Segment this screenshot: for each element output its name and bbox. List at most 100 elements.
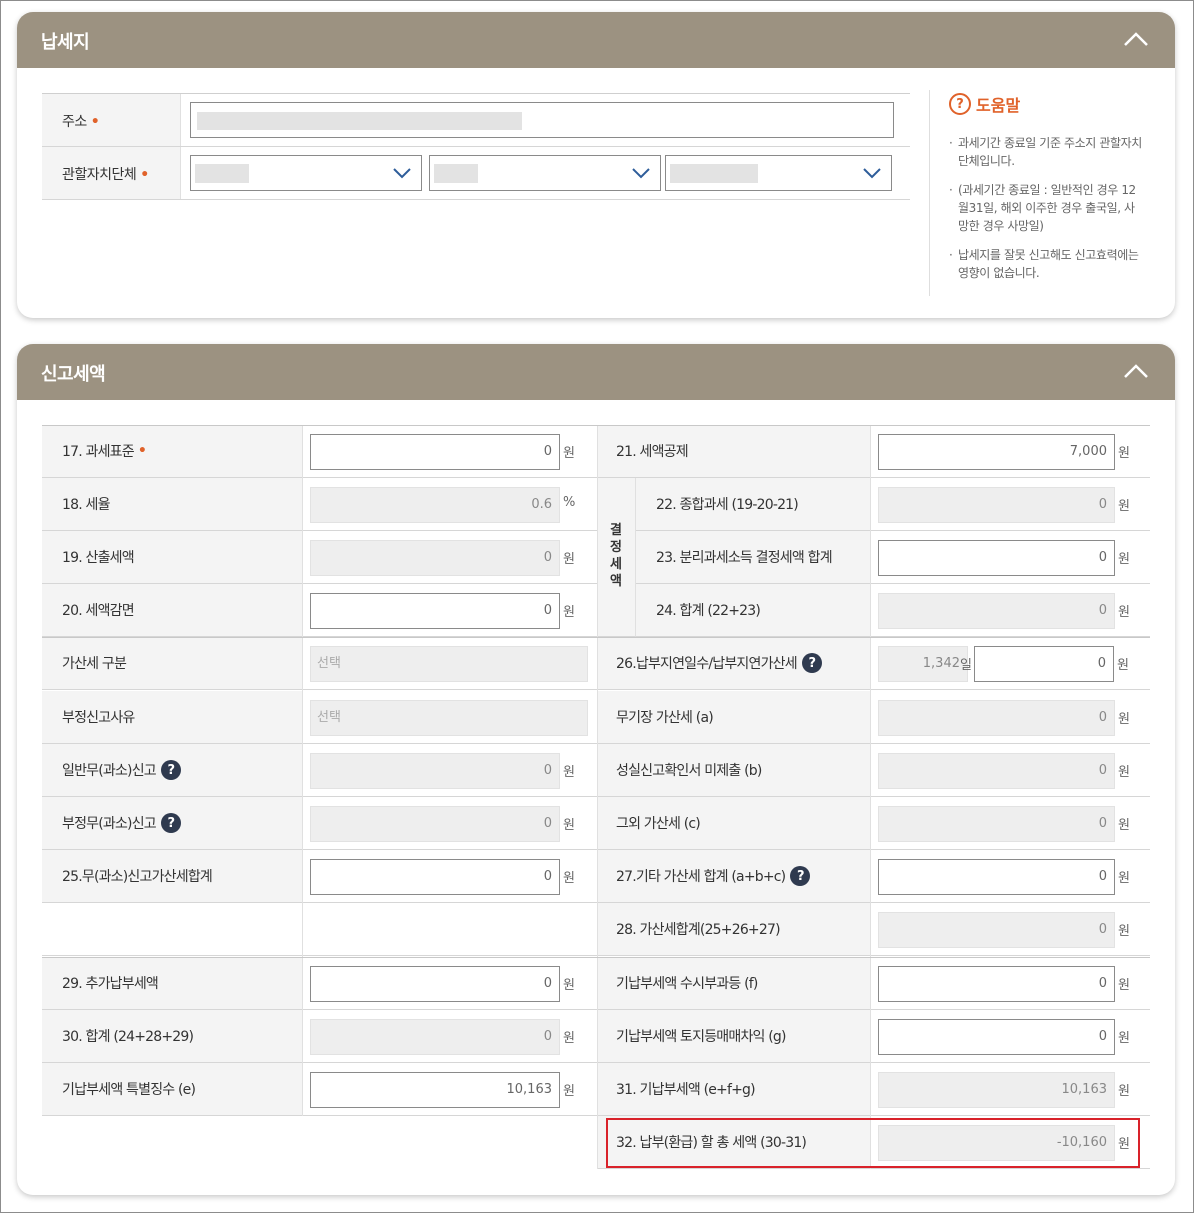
left-row-input: 0 [310,806,560,842]
penalty-type-select[interactable]: 선택 [310,646,588,682]
unit-label: 원 [1118,1084,1130,1099]
right-row-label: 22. 종합과세 (19-20-21) [656,497,799,513]
right-row-input: 10,163 [878,1072,1115,1108]
city-select[interactable] [429,155,661,191]
left-row-label-cell: 17. 과세표준 • [42,425,302,478]
unit-label: 원 [1117,658,1129,673]
left-row-label-cell: 20. 세액감면 [42,584,302,637]
help-item: (과세기간 종료일 : 일반적인 경우 12월31일, 해외 이주한 경우 출국… [949,181,1144,235]
jurisdiction-row: 관할자치단체 • [42,147,910,200]
right-row-input[interactable]: 0 [878,859,1115,895]
left-row-label-wrap: 17. 과세표준 • [62,441,147,461]
right-row-label-cell: 27.기타 가산세 합계 (a+b+c)? [597,850,870,903]
question-circle-icon[interactable]: ? [790,866,811,886]
fraud-reason-select[interactable]: 선택 [310,700,588,736]
right-row-label: 기납부세액 수시부과등 (f) [616,976,758,992]
right-row-label-cell: 기납부세액 수시부과등 (f) [597,957,870,1010]
right-row-input[interactable]: 0 [878,966,1115,1002]
right-row-label: 26.납부지연일수/납부지연가산세 [616,656,798,672]
help-item: 납세지를 잘못 신고해도 신고효력에는 영향이 없습니다. [949,246,1144,282]
right-row-input[interactable]: 7,000 [878,434,1115,470]
right-row-label-cell: 기납부세액 토지등매매차익 (g) [597,1010,870,1063]
help-title: ? 도움말 [949,92,1020,116]
left-row-label-cell: 가산세 구분 [42,637,302,690]
left-row-input: 0 [310,1019,560,1055]
district-select[interactable] [665,155,892,191]
redacted-text [195,164,249,183]
right-row-input[interactable]: 0 [878,1019,1115,1055]
right-row-label-cell: 21. 세액공제 [597,425,870,478]
left-row-input[interactable]: 0 [310,966,560,1002]
left-row-label-cell: 25.무(과소)신고가산세합계 [42,850,302,903]
chevron-up-icon[interactable] [1123,362,1149,380]
unit-label: 원 [1118,871,1130,886]
required-mark: • [137,443,147,459]
left-row-label: 19. 산출세액 [62,550,135,566]
question-circle-icon[interactable]: ? [160,813,181,833]
question-circle-icon[interactable]: ? [801,653,822,673]
redacted-text [197,112,522,130]
help-list: 과세기간 종료일 기준 주소지 관할자치단체입니다. (과세기간 종료일 : 일… [949,134,1144,293]
left-row-label-cell: 18. 세율 [42,478,302,531]
right-row-label-wrap: 26.납부지연일수/납부지연가산세? [616,653,822,673]
delay-penalty-input[interactable]: 0 [974,646,1114,682]
unit-label: 원 [563,605,575,620]
right-row-label: 28. 가산세합계(25+26+27) [616,922,781,938]
right-row-label: 그외 가산세 (c) [616,816,701,832]
panel-title: 신고세액 [41,364,106,385]
right-row-label-wrap: 무기장 가산세 (a) [616,707,714,727]
right-row-label: 23. 분리과세소득 결정세액 합계 [656,550,833,566]
address-table: 주소 • 관할자치단체 • [42,93,910,200]
help-title-text: 도움말 [976,96,1021,115]
panel-body: 주소 • 관할자치단체 • ? 도움말 · 과세기간 종료일 기준 주소지 관할… [17,68,1175,318]
chevron-down-icon [393,168,411,179]
unit-label: 원 [563,1084,575,1099]
redacted-text [670,164,758,183]
right-row-label-wrap: 성실신고확인서 미제출 (b) [616,760,762,780]
question-circle-icon[interactable]: ? [160,760,181,780]
right-row-label-cell: 성실신고확인서 미제출 (b) [597,744,870,797]
left-row-label: 20. 세액감면 [62,603,135,619]
right-row-input[interactable]: 0 [878,540,1115,576]
right-row-label-wrap: 기납부세액 토지등매매차익 (g) [616,1026,786,1046]
right-row-label-wrap: 27.기타 가산세 합계 (a+b+c)? [616,866,811,886]
right-row-label-cell: 28. 가산세합계(25+26+27) [597,903,870,956]
unit-label: 원 [1118,978,1130,993]
chevron-down-icon [632,168,650,179]
left-row-label-wrap: 30. 합계 (24+28+29) [62,1026,194,1046]
right-row-label: 24. 합계 (22+23) [656,603,761,619]
left-row-label: 부정무(과소)신고 [62,816,157,832]
left-row-input[interactable]: 0 [310,593,560,629]
left-row-label-cell: 30. 합계 (24+28+29) [42,1010,302,1063]
right-row-input: 0 [878,487,1115,523]
unit-label: 원 [1118,1031,1130,1046]
declared-tax-panel: 신고세액 17. 과세표준 • 0 원 18. 세율 0.6% 19. 산출세액 0 원 20. … [17,344,1175,1195]
panel-body: 17. 과세표준 • 0 원 18. 세율 0.6% 19. 산출세액 0 원 20. 세액감면 0… [17,400,1175,1195]
left-row-input[interactable]: 0 [310,434,560,470]
left-row-input[interactable]: 10,163 [310,1072,560,1108]
left-row-label-wrap: 부정무(과소)신고? [62,813,181,833]
province-select[interactable] [190,155,422,191]
left-row-label-wrap: 20. 세액감면 [62,600,135,620]
right-row-label-wrap: 28. 가산세합계(25+26+27) [616,919,781,939]
unit-label: 원 [563,552,575,567]
right-row-input: 0 [878,912,1115,948]
left-row-input[interactable]: 0 [310,859,560,895]
right-row-label: 성실신고확인서 미제출 (b) [616,763,762,779]
right-row-label-wrap: 21. 세액공제 [616,441,689,461]
address-label: 주소 [62,114,87,130]
left-row-label-wrap: 25.무(과소)신고가산세합계 [62,866,213,886]
right-row-label-wrap: 31. 기납부세액 (e+f+g) [616,1079,756,1099]
right-row-label: 무기장 가산세 (a) [616,710,714,726]
left-row-label-cell: 기납부세액 특별징수 (e) [42,1063,302,1116]
chevron-up-icon[interactable] [1123,30,1149,48]
empty-cell [42,903,597,956]
address-row: 주소 • [42,94,910,147]
redacted-text [434,164,478,183]
help-item: 과세기간 종료일 기준 주소지 관할자치단체입니다. [949,134,1144,170]
right-row-label-cell: 24. 합계 (22+23) [636,584,870,637]
left-row-label: 기납부세액 특별징수 (e) [62,1082,196,1098]
left-row-input: 0.6 [310,487,560,523]
address-input[interactable] [190,102,894,138]
left-row-label-cell: 부정신고사유 [42,691,302,744]
